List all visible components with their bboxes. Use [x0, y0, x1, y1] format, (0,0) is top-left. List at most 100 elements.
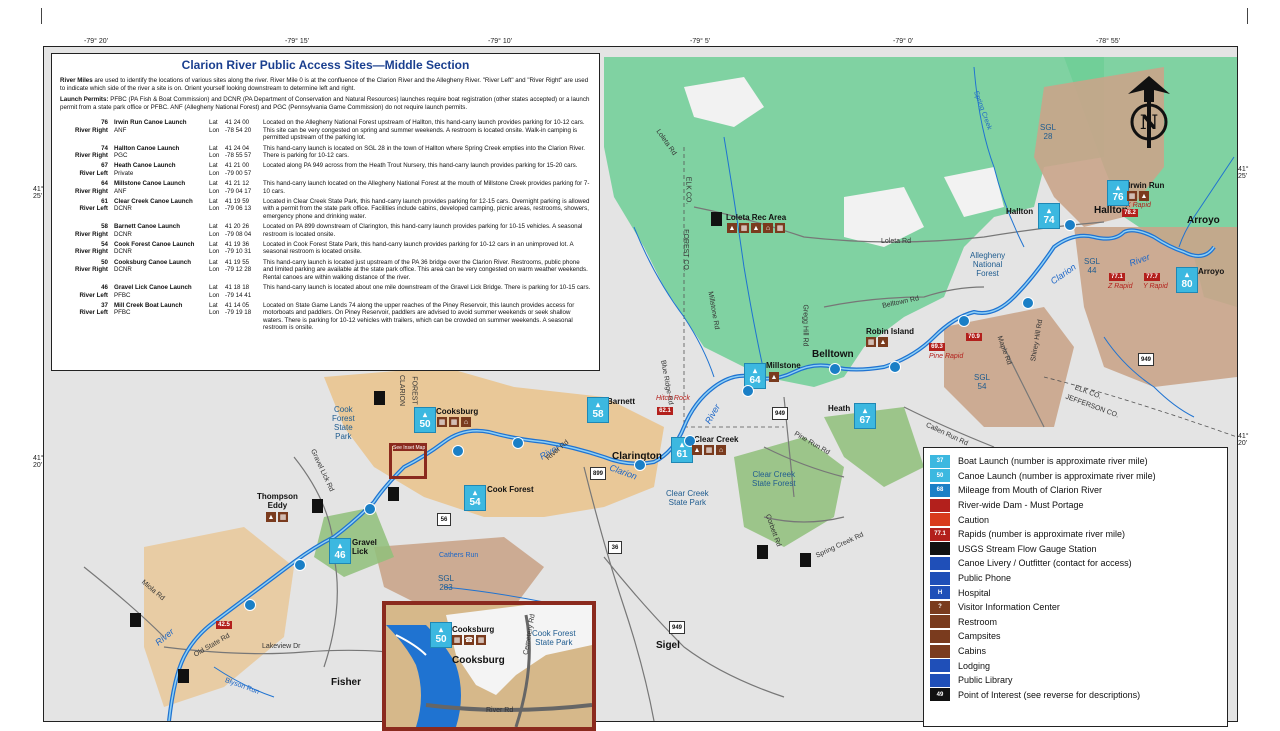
area-label: SGL 28	[1040, 123, 1057, 141]
poi-marker[interactable]	[711, 212, 722, 226]
inset-cook-forest-sp: Cook Forest State Park	[532, 629, 576, 647]
legend-label: Canoe Launch (number is approximate rive…	[958, 470, 1156, 481]
legend-symbol-icon	[930, 542, 950, 556]
road-label: Loleta Rd	[881, 238, 911, 245]
canoe-launch-76[interactable]: ▴ 76	[1107, 180, 1129, 206]
area-label: Allegheny National Forest	[970, 251, 1006, 278]
legend-label: River-wide Dam - Must Portage	[958, 500, 1084, 511]
restroom-icon: ▦	[704, 445, 714, 455]
mile-marker	[364, 503, 376, 515]
legend-symbol-icon	[930, 556, 950, 570]
legend-label: Canoe Livery / Outfitter (contact for ac…	[958, 558, 1132, 569]
mile-marker	[1022, 297, 1034, 309]
poi-marker[interactable]	[374, 391, 385, 405]
launch-permits-note: Launch Permits: PFBC (PA Fish & Boat Com…	[60, 96, 590, 111]
site-row: 64 River Right Millstone Canoe Launch ANF La…	[74, 180, 590, 195]
page-frame: -79° 20' -79° 15' -79° 10' -79° 5' -79° …	[0, 0, 1280, 731]
route-shield: 36	[608, 541, 622, 554]
campsite-icon: ▲	[878, 337, 888, 347]
place-arroyo-site: Arroyo	[1198, 267, 1225, 276]
canoe-launch-50[interactable]: ▴ 50	[414, 407, 436, 433]
place-arroyo: Arroyo	[1187, 215, 1220, 226]
mile-marker	[634, 459, 646, 471]
legend-row: Restroom	[930, 615, 1221, 630]
rapid-pine: 69.3	[929, 343, 945, 351]
picnic-icon: ▦	[775, 223, 785, 233]
inset-road-river: River Rd	[486, 707, 514, 714]
legend-symbol-icon: 49	[930, 688, 950, 702]
legend-label: Lodging	[958, 660, 991, 671]
legend-row: River-wide Dam - Must Portage	[930, 498, 1221, 513]
area-label: SGL 283	[438, 574, 455, 592]
mile-marker	[1064, 219, 1076, 231]
lon-tick: -79° 20'	[84, 38, 108, 45]
rapid-70-9: 70.9	[966, 333, 982, 341]
legend-label: Public Library	[958, 675, 1013, 686]
poi-marker[interactable]	[130, 613, 141, 627]
place-cook-forest: Cook Forest	[487, 485, 534, 494]
legend-symbol-icon	[930, 571, 950, 585]
lat-tick: 41° 25'	[33, 186, 44, 200]
legend-row: USGS Stream Flow Gauge Station	[930, 542, 1221, 557]
site-row: 50 River Right Cooksburg Canoe Launch DCNR L…	[74, 258, 588, 281]
mile-marker	[889, 361, 901, 373]
legend: 37 Boat Launch (number is approximate riv…	[923, 447, 1228, 727]
legend-symbol-icon: 68	[930, 483, 950, 497]
campsite-icon: ▲	[266, 512, 276, 522]
poi-marker[interactable]	[312, 499, 323, 513]
mile-marker	[829, 363, 841, 375]
canoe-launch-80[interactable]: ▴ 80	[1176, 267, 1198, 293]
legend-label: Restroom	[958, 616, 998, 627]
cabin-icon: ⌂	[461, 417, 471, 427]
lat-tick: 41° 20'	[33, 455, 44, 469]
rapid-hitch: 62.1	[657, 407, 673, 415]
poi-marker[interactable]	[800, 553, 811, 567]
county-label: ELK CO.	[684, 176, 692, 205]
amenities-cooksburg: ▦ ▦ ⌂	[437, 417, 471, 427]
rapid-z: 77.1	[1109, 273, 1125, 281]
info-panel: Clarion River Public Access Sites—Middle…	[51, 53, 600, 371]
place-heath: Heath	[828, 404, 851, 413]
legend-row: 68 Mileage from Mouth of Clarion River	[930, 483, 1221, 498]
canoe-launch-46[interactable]: ▴ 46	[329, 538, 351, 564]
north-letter: N	[1140, 110, 1158, 134]
campsite-icon: ▲	[769, 372, 779, 382]
cabin-icon: ⌂	[716, 445, 726, 455]
canoe-launch-74[interactable]: ▴ 74	[1038, 203, 1060, 229]
legend-row: Public Library	[930, 673, 1221, 688]
inset-place-cooksburg: Cooksburg	[452, 625, 495, 634]
legend-row: 77.1 Rapids (number is approximate river …	[930, 527, 1221, 542]
mile-marker	[244, 599, 256, 611]
county-label: FOREST CO.	[681, 229, 689, 272]
canoe-launch-58[interactable]: ▴ 58	[587, 397, 609, 423]
inset-locator[interactable]: See Inset Map	[389, 443, 427, 479]
info-title: Clarion River Public Access Sites—Middle…	[181, 58, 470, 72]
site-row: 76 River Right Irwin Run Canoe Launch ANF La…	[74, 119, 585, 142]
rapid-name: X Rapid	[1126, 202, 1151, 209]
poi-marker[interactable]	[388, 487, 399, 501]
lon-tick: -79° 15'	[285, 38, 309, 45]
rapid-name: Z Rapid	[1108, 283, 1133, 290]
shelter-icon: ⌂	[763, 223, 773, 233]
poi-marker[interactable]	[178, 669, 189, 683]
lat-tick: 41° 20'	[1238, 433, 1249, 447]
legend-label: Rapids (number is approximate river mile…	[958, 529, 1126, 540]
area-label: Clear Creek State Forest	[752, 470, 796, 488]
legend-label: Cabins	[958, 646, 987, 657]
mile-marker	[958, 315, 970, 327]
amenities-clear-creek: ▲ ▦ ⌂	[692, 445, 726, 455]
canoe-launch-54[interactable]: ▴ 54	[464, 485, 486, 511]
legend-row: 49 Point of Interest (see reverse for des…	[930, 688, 1221, 703]
inset-canoe-launch-50[interactable]: ▴ 50	[430, 622, 452, 648]
area-label: Clear Creek State Park	[666, 489, 709, 507]
legend-symbol-icon: 77.1	[930, 527, 950, 541]
inset-place-cooksburg-main: Cooksburg	[452, 655, 505, 666]
poi-marker[interactable]	[757, 545, 768, 559]
canoe-launch-67[interactable]: ▴ 67	[854, 403, 876, 429]
legend-symbol-icon	[930, 673, 950, 687]
site-row: 37 River Left Mill Creek Boat Launch PFBC La…	[79, 301, 575, 332]
lon-tick: -78° 55'	[1096, 38, 1120, 45]
legend-symbol-icon: 50	[930, 469, 950, 483]
road-label: Gregg Hill Rd	[801, 304, 809, 347]
place-belltown: Belltown	[812, 349, 854, 360]
